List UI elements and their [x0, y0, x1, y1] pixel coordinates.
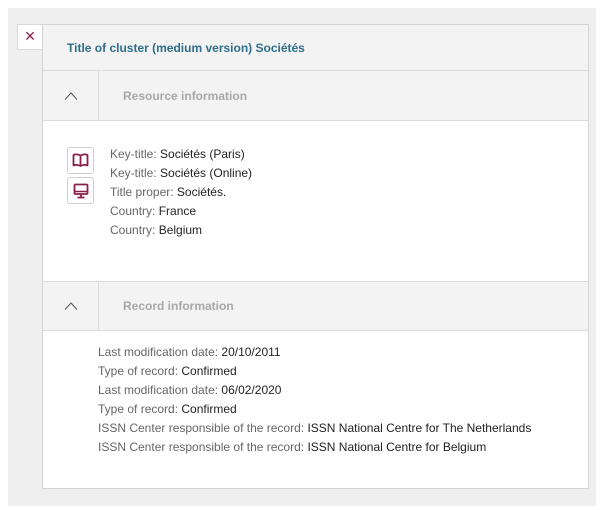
resource-info-line: Country: France [110, 204, 197, 218]
record-section-body: Last modification date: 20/10/2011 Type … [43, 331, 588, 496]
resource-info-line: Title proper: Sociétés. [110, 185, 227, 199]
resource-section-title: Resource information [123, 88, 248, 103]
record-collapse-toggle[interactable] [43, 282, 99, 330]
record-section-header: Record information [43, 281, 588, 331]
record-info-line: Last modification date: 20/10/2011 [98, 345, 281, 359]
resource-info-line: Key-title: Sociétés (Online) [110, 166, 253, 180]
resource-collapse-toggle[interactable] [43, 71, 99, 120]
cluster-panel: Title of cluster (medium version) Sociét… [42, 24, 589, 489]
close-button[interactable]: × [17, 24, 43, 50]
resource-info-line: Country: Belgium [110, 223, 203, 237]
resource-info-line: Key-title: Sociétés (Paris) [110, 147, 245, 161]
record-info-line: ISSN Center responsible of the record: I… [98, 440, 487, 454]
resource-info-list: Key-title: Sociétés (Paris) Key-title: S… [110, 145, 252, 240]
record-info-line: Type of record: Confirmed [98, 402, 237, 416]
panel-title: Title of cluster (medium version) Sociét… [67, 40, 305, 55]
record-info-line: Type of record: Confirmed [98, 364, 237, 378]
panel-header: Title of cluster (medium version) Sociét… [43, 25, 588, 71]
resource-section-body: Key-title: Sociétés (Paris) Key-title: S… [43, 121, 588, 281]
close-icon: × [24, 26, 36, 46]
record-info-line: Last modification date: 06/02/2020 [98, 383, 282, 397]
record-info-list: Last modification date: 20/10/2011 Type … [98, 343, 531, 457]
record-section-title: Record information [123, 299, 234, 313]
monitor-icon [67, 177, 94, 204]
chevron-up-icon [64, 302, 77, 310]
resource-section-header: Resource information [43, 71, 588, 121]
record-info-line: ISSN Center responsible of the record: I… [98, 421, 532, 435]
book-icon [67, 147, 94, 174]
chevron-up-icon [64, 91, 77, 100]
